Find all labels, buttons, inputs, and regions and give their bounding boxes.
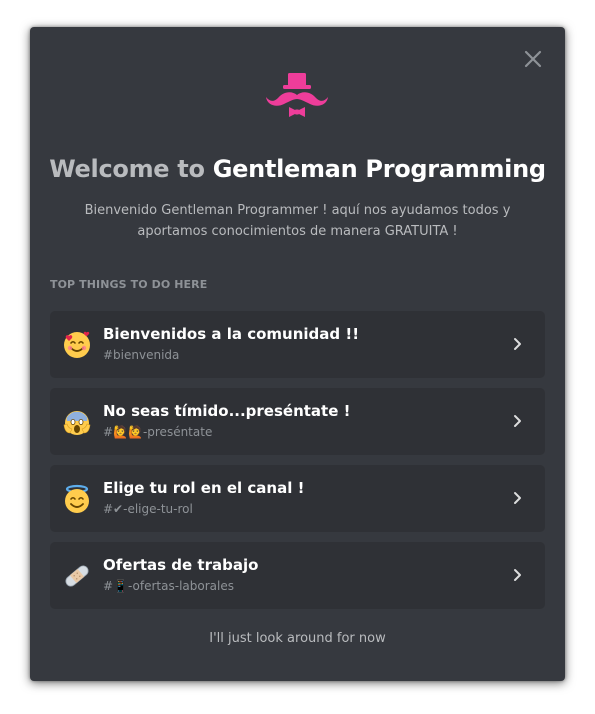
modal-title: Welcome to Gentleman Programming [30,155,565,183]
chevron-right-icon [514,569,521,581]
welcome-modal: Welcome to Gentleman Programming Bienven… [30,27,565,681]
face-screaming-in-fear-icon [63,411,91,435]
chevron-right-icon [514,492,521,504]
todo-item-title: Elige tu rol en el canal ! [103,479,305,497]
close-icon[interactable] [521,47,545,71]
todo-item-presentate[interactable]: No seas tímido...preséntate ! #🙋🙋-presén… [50,388,545,455]
adhesive-bandage-icon [65,565,89,587]
todo-item-ofertas[interactable]: Ofertas de trabajo #📱-ofertas-laborales [50,542,545,609]
todo-item-channel: #bienvenida [103,348,180,362]
smiling-face-with-hearts-icon [64,331,90,358]
mustache-hat-logo [266,73,328,117]
server-name: Gentleman Programming [212,155,546,183]
section-header: TOP THINGS TO DO HERE [50,278,208,291]
todo-item-channel: #✔-elige-tu-rol [103,502,193,516]
look-around-link[interactable]: I'll just look around for now [30,631,565,646]
todo-item-channel: #🙋🙋-preséntate [103,425,213,439]
todo-item-bienvenida[interactable]: Bienvenidos a la comunidad !! #bienvenid… [50,311,545,378]
todo-item-elige-rol[interactable]: Elige tu rol en el canal ! #✔-elige-tu-r… [50,465,545,532]
smiling-face-with-halo-icon [65,484,89,513]
server-description: Bienvenido Gentleman Programmer ! aquí n… [84,203,511,239]
title-prefix: Welcome to [49,155,213,183]
chevron-right-icon [514,415,521,427]
todo-item-title: No seas tímido...preséntate ! [103,402,351,420]
todo-list: Bienvenidos a la comunidad !! #bienvenid… [50,311,545,619]
todo-item-channel: #📱-ofertas-laborales [103,579,234,593]
todo-item-title: Ofertas de trabajo [103,556,259,574]
todo-item-title: Bienvenidos a la comunidad !! [103,325,360,343]
chevron-right-icon [514,338,521,350]
